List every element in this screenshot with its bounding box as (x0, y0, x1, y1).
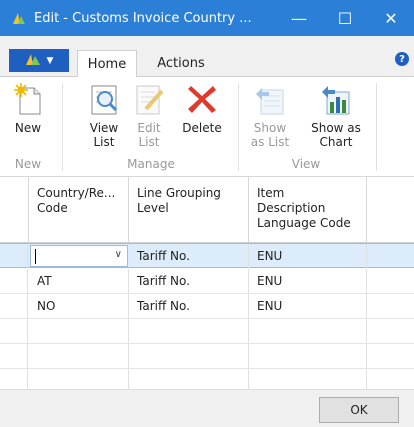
view-list-button[interactable]: View List (76, 81, 132, 149)
help-icon[interactable]: ? (395, 52, 409, 66)
column-header-line: Item (257, 186, 285, 200)
show-as-chart-button[interactable]: Show as Chart (304, 81, 368, 149)
tab-actions[interactable]: Actions (150, 50, 212, 77)
line-grouping-cell[interactable]: Tariff No. (129, 269, 249, 293)
group-label-view: View (291, 157, 321, 171)
title-bar: Edit - Customs Invoice Country ... — ☐ ✕ (0, 0, 414, 36)
minimize-button[interactable]: — (276, 0, 322, 36)
edit-list-button[interactable]: Edit List (126, 81, 172, 149)
empty-row[interactable] (0, 319, 414, 344)
empty-cell[interactable] (249, 344, 367, 368)
column-header-line: Language Code (257, 216, 351, 230)
language-code-cell[interactable]: ENU (249, 244, 367, 268)
table-row[interactable]: AT Tariff No. ENU (0, 269, 414, 294)
table-row[interactable]: ∨ Tariff No. ENU (0, 243, 414, 268)
delete-button[interactable]: Delete (176, 81, 228, 135)
column-header-line: Description (257, 201, 326, 215)
maximize-button[interactable]: ☐ (322, 0, 368, 36)
view-list-icon (86, 81, 122, 117)
application-menu-button[interactable]: ▼ (9, 49, 69, 72)
row-selector-header (0, 177, 29, 243)
show-as-chart-icon (318, 81, 354, 117)
empty-cell[interactable] (249, 319, 367, 343)
ribbon-panel: New New View List Edit List Delete Manag… (0, 77, 414, 177)
dynamics-nav-icon (25, 52, 41, 69)
empty-cell[interactable] (129, 319, 249, 343)
column-header-item-description-language-code[interactable]: Item Description Language Code (249, 177, 367, 243)
row-selector[interactable] (0, 269, 28, 293)
group-label-manage: Manage (127, 157, 175, 171)
group-separator (238, 83, 239, 171)
language-code-cell[interactable]: ENU (249, 294, 367, 318)
delete-icon (184, 81, 220, 117)
table-row[interactable]: NO Tariff No. ENU (0, 294, 414, 319)
view-list-label-line1: View (89, 121, 119, 135)
show-as-list-label-line1: Show (253, 121, 287, 135)
show-as-list-button[interactable]: Show as List (244, 81, 296, 149)
row-selector[interactable] (0, 369, 28, 389)
dialog-footer: OK (0, 389, 414, 427)
column-header-line: Level (137, 201, 169, 215)
records-grid: Country/Re... Code Line Grouping Level I… (0, 177, 414, 389)
empty-cell[interactable] (29, 344, 129, 368)
group-separator (62, 83, 63, 171)
chevron-down-icon: ▼ (46, 55, 54, 66)
new-button-label: New (14, 121, 42, 135)
tab-home[interactable]: Home (77, 50, 137, 78)
country-code-input[interactable]: ∨ (30, 245, 128, 267)
column-header-line: Code (37, 201, 68, 215)
group-separator (376, 83, 377, 171)
empty-cell[interactable] (129, 369, 249, 389)
edit-list-label-line2: List (138, 135, 160, 149)
view-list-label-line2: List (93, 135, 115, 149)
chevron-down-icon[interactable]: ∨ (115, 249, 122, 260)
column-header-line: Line Grouping (137, 186, 221, 200)
ok-button[interactable]: OK (319, 397, 399, 423)
row-selector[interactable] (0, 244, 28, 268)
row-selector[interactable] (0, 294, 28, 318)
line-grouping-cell[interactable]: Tariff No. (129, 294, 249, 318)
column-header-line: Country/Re... (37, 186, 116, 200)
empty-row[interactable] (0, 369, 414, 389)
row-selector[interactable] (0, 344, 28, 368)
edit-list-label-line1: Edit (137, 121, 161, 135)
show-as-list-icon (252, 81, 288, 117)
column-header-line-grouping-level[interactable]: Line Grouping Level (129, 177, 249, 243)
ribbon-tab-row: ▼ Home Actions ? (0, 36, 414, 78)
country-code-cell[interactable]: AT (29, 269, 129, 293)
column-header-country-code[interactable]: Country/Re... Code (29, 177, 129, 243)
empty-cell[interactable] (249, 369, 367, 389)
new-button[interactable]: New (10, 81, 46, 135)
dynamics-nav-icon (12, 11, 26, 25)
new-document-icon (10, 81, 46, 117)
country-code-cell[interactable]: NO (29, 294, 129, 318)
empty-row[interactable] (0, 344, 414, 369)
close-button[interactable]: ✕ (368, 0, 414, 36)
empty-cell[interactable] (29, 369, 129, 389)
empty-cell[interactable] (129, 344, 249, 368)
grid-header-row: Country/Re... Code Line Grouping Level I… (0, 177, 414, 243)
group-label-new: New (14, 157, 42, 171)
show-as-chart-label-line1: Show as (311, 121, 361, 135)
edit-list-icon (131, 81, 167, 117)
text-caret (35, 249, 36, 264)
line-grouping-cell[interactable]: Tariff No. (129, 244, 249, 268)
window-title: Edit - Customs Invoice Country ... (34, 10, 252, 26)
language-code-cell[interactable]: ENU (249, 269, 367, 293)
show-as-chart-label-line2: Chart (319, 135, 353, 149)
delete-label: Delete (182, 121, 222, 135)
empty-cell[interactable] (29, 319, 129, 343)
show-as-list-label-line2: as List (250, 135, 290, 149)
row-selector[interactable] (0, 319, 28, 343)
